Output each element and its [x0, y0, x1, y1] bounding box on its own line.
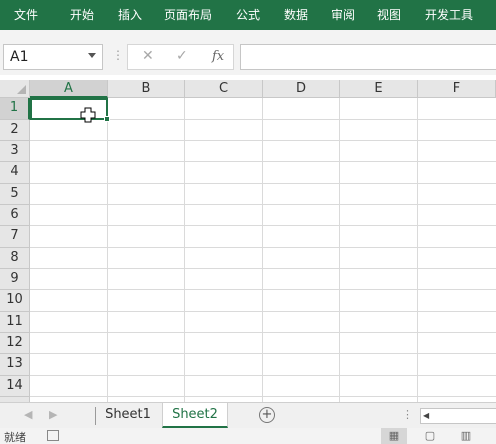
grid-line [30, 183, 496, 184]
selected-cell-a1[interactable] [30, 98, 110, 122]
grid-line [30, 140, 496, 141]
tab-page-layout[interactable]: 页面布局 [164, 0, 212, 30]
grid-line [184, 98, 185, 402]
macro-record-icon[interactable] [47, 430, 59, 441]
tab-divider [95, 407, 96, 425]
scroll-left-icon[interactable]: ◀ [24, 408, 32, 421]
sheet-tab-sheet2[interactable]: Sheet2 [162, 403, 228, 428]
fill-handle[interactable] [104, 116, 110, 122]
ribbon-tab-bar: 文件 开始 插入 页面布局 公式 数据 审阅 视图 开发工具 [0, 0, 496, 30]
tab-review[interactable]: 审阅 [331, 0, 355, 30]
sheet-tab-bar: ◀ ▶ Sheet1 Sheet2 + ⋮ ◀ [0, 402, 496, 428]
row-header-5[interactable]: 5 [0, 184, 30, 205]
row-header-12[interactable]: 12 [0, 333, 30, 354]
grid-line [30, 311, 496, 312]
row-header-10[interactable]: 10 [0, 290, 30, 312]
row-header-9[interactable]: 9 [0, 269, 30, 290]
ribbon-collapsed-area [0, 30, 496, 39]
cell-cursor-icon [80, 107, 96, 123]
tab-home[interactable]: 开始 [70, 0, 94, 30]
tab-formulas[interactable]: 公式 [236, 0, 260, 30]
grid-line [107, 98, 108, 402]
formula-buttons: ✕ ✓ fx [127, 44, 234, 70]
column-header-c[interactable]: C [185, 80, 263, 98]
row-header-3[interactable]: 3 [0, 141, 30, 162]
column-header-e[interactable]: E [340, 80, 418, 98]
grid-line [30, 289, 496, 290]
select-all-button[interactable] [0, 80, 30, 98]
grid-line [30, 225, 496, 226]
grid-line [30, 247, 496, 248]
tab-view[interactable]: 视图 [377, 0, 401, 30]
page-break-view-icon[interactable]: ▥ [453, 428, 479, 444]
name-box-value: A1 [10, 49, 29, 65]
row-header-2[interactable]: 2 [0, 120, 30, 141]
column-header-a[interactable]: A [30, 80, 108, 98]
more-options-icon[interactable]: ⋮ [402, 408, 413, 421]
grid-line [30, 353, 496, 354]
formula-input[interactable] [240, 44, 496, 70]
grid-line [30, 204, 496, 205]
normal-view-icon[interactable]: ▦ [381, 428, 407, 444]
enter-check-icon[interactable]: ✓ [176, 48, 188, 64]
grid-line [30, 268, 496, 269]
row-header-8[interactable]: 8 [0, 248, 30, 269]
horizontal-scrollbar[interactable]: ◀ [420, 408, 496, 424]
grid-line [262, 98, 263, 402]
sheet-tab-sheet1[interactable]: Sheet1 [100, 403, 156, 428]
column-header-d[interactable]: D [263, 80, 340, 98]
grid-line [339, 98, 340, 402]
scroll-right-icon[interactable]: ▶ [49, 408, 57, 421]
grid-line [30, 375, 496, 376]
scroll-left-icon[interactable]: ◀ [423, 411, 429, 420]
page-layout-view-icon[interactable]: ▢ [417, 428, 443, 444]
tab-developer[interactable]: 开发工具 [425, 0, 473, 30]
row-header-14[interactable]: 14 [0, 376, 30, 397]
status-bar: 就绪 ▦ ▢ ▥ [0, 428, 496, 444]
name-box[interactable]: A1 [3, 44, 103, 70]
column-header-b[interactable]: B [108, 80, 185, 98]
row-header-13[interactable]: 13 [0, 354, 30, 376]
worksheet-grid[interactable]: A B C D E F 1 2 3 4 5 6 7 8 9 10 11 12 1… [0, 80, 496, 402]
status-text: 就绪 [4, 431, 26, 444]
select-all-icon [17, 85, 26, 94]
row-header-4[interactable]: 4 [0, 162, 30, 184]
add-sheet-icon[interactable]: + [259, 407, 275, 423]
grid-line [417, 98, 418, 402]
row-header-6[interactable]: 6 [0, 205, 30, 226]
grid-line [30, 396, 496, 397]
formula-bar: A1 ⋮ ✕ ✓ fx [0, 39, 496, 75]
row-header-1[interactable]: 1 [0, 98, 30, 120]
tab-file[interactable]: 文件 [14, 0, 38, 30]
tab-insert[interactable]: 插入 [118, 0, 142, 30]
more-options-icon: ⋮ [112, 48, 124, 62]
chevron-down-icon[interactable] [88, 53, 96, 58]
row-header-11[interactable]: 11 [0, 312, 30, 333]
grid-line [30, 161, 496, 162]
row-header-7[interactable]: 7 [0, 226, 30, 248]
tab-data[interactable]: 数据 [284, 0, 308, 30]
cancel-icon[interactable]: ✕ [142, 48, 154, 64]
insert-function-icon[interactable]: fx [212, 49, 224, 64]
grid-line [30, 332, 496, 333]
column-header-f[interactable]: F [418, 80, 496, 98]
